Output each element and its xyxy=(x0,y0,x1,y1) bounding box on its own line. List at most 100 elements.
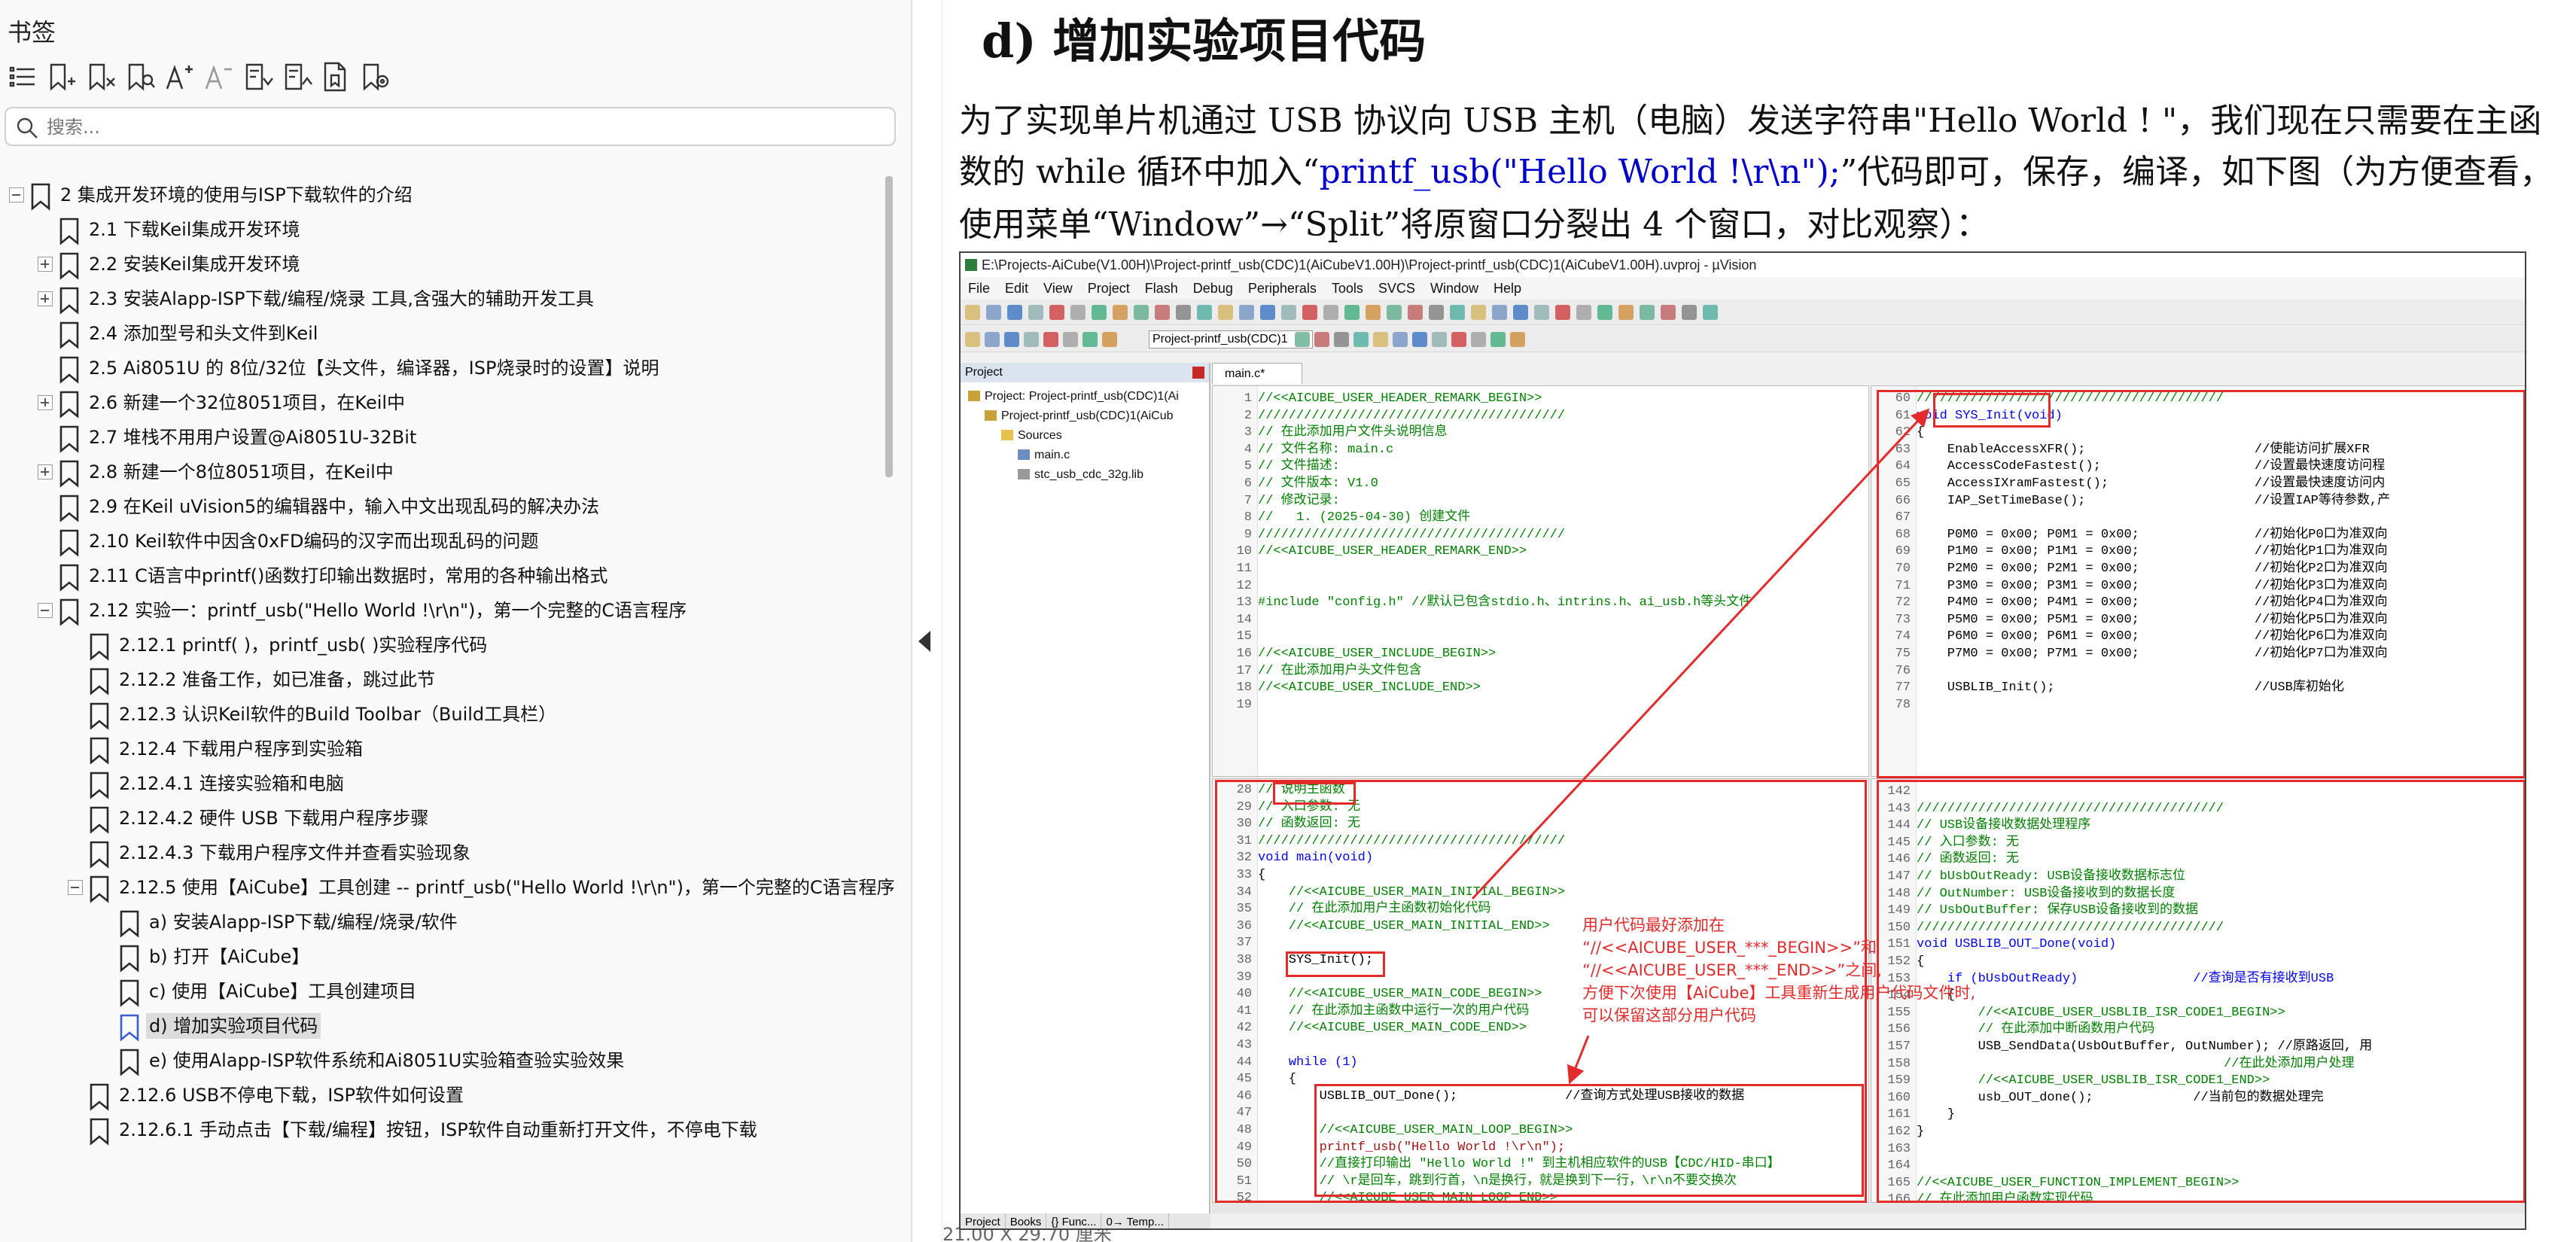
toolbar-button[interactable] xyxy=(985,332,1000,347)
bookmark-item[interactable]: 2.4 添加型号和头文件到Keil xyxy=(0,315,888,352)
menu-item-flash[interactable]: Flash xyxy=(1137,277,1186,300)
bookmark-item[interactable]: 2.12.4.1 连接实验箱和电脑 xyxy=(0,765,888,802)
menu-item-tools[interactable]: Tools xyxy=(1324,277,1371,300)
locate-bookmark-icon[interactable] xyxy=(358,60,391,93)
toolbar-button[interactable] xyxy=(1640,305,1655,320)
toolbar-button[interactable] xyxy=(1323,305,1338,320)
menu-item-help[interactable]: Help xyxy=(1486,277,1529,300)
bookmark-item[interactable]: 2.7 堆栈不用用户设置@Ai8051U-32Bit xyxy=(0,419,888,456)
toolbar-button[interactable] xyxy=(1387,305,1402,320)
bookmark-item[interactable]: 2.2 安装Keil集成开发环境 xyxy=(0,245,888,283)
bookmark-item[interactable]: 2.1 下载Keil集成开发环境 xyxy=(0,211,888,248)
toolbar-button[interactable] xyxy=(1471,332,1486,347)
bookmark-page-icon[interactable] xyxy=(319,60,352,93)
bookmark-item[interactable]: 2.12.6.1 手动点击【下载/编程】按钮，ISP软件自动重新打开文件，不停电… xyxy=(0,1111,888,1149)
search-input[interactable] xyxy=(47,113,875,142)
toolbar-button[interactable] xyxy=(1260,305,1275,320)
expand-toggle-icon[interactable] xyxy=(38,291,53,306)
expand-all-icon[interactable] xyxy=(241,60,274,93)
toolbar-button[interactable] xyxy=(1295,332,1310,347)
toolbar-button[interactable] xyxy=(1366,305,1381,320)
close-icon[interactable] xyxy=(1192,367,1204,379)
project-pane-tab[interactable]: Books xyxy=(1006,1213,1047,1228)
toolbar-button[interactable] xyxy=(1302,305,1317,320)
toolbar-button[interactable] xyxy=(1471,305,1486,320)
toolbar-button[interactable] xyxy=(1432,332,1447,347)
toolbar-button[interactable] xyxy=(1661,305,1676,320)
bookmark-item[interactable]: 2.10 Keil软件中因含0xFD编码的汉字而出现乱码的问题 xyxy=(0,522,888,560)
project-tree-item[interactable]: main.c xyxy=(1018,449,1070,462)
list-view-icon[interactable] xyxy=(6,60,39,93)
expand-toggle-icon[interactable] xyxy=(38,464,53,479)
menu-item-svcs[interactable]: SVCS xyxy=(1371,277,1423,300)
project-tree-item[interactable]: Project-printf_usb(CDC)1(AiCub xyxy=(985,409,1174,423)
toolbar-button[interactable] xyxy=(1373,332,1388,347)
menu-item-view[interactable]: View xyxy=(1036,277,1080,300)
bookmark-item[interactable]: c) 使用【AiCube】工具创建项目 xyxy=(0,973,888,1010)
menu-item-debug[interactable]: Debug xyxy=(1186,277,1241,300)
add-bookmark-icon[interactable] xyxy=(45,60,78,93)
toolbar-button[interactable] xyxy=(1393,332,1408,347)
toolbar-button[interactable] xyxy=(1155,305,1170,320)
collapse-toggle-icon[interactable] xyxy=(68,880,83,895)
decrease-font-icon[interactable] xyxy=(202,60,235,93)
tree-scrollbar[interactable] xyxy=(885,176,893,477)
menu-item-file[interactable]: File xyxy=(961,277,997,300)
bookmark-item[interactable]: 2.9 在Keil uVision5的编辑器中，输入中文出现乱码的解决办法 xyxy=(0,488,888,525)
bookmark-item[interactable]: 2.12.3 认识Keil软件的Build Toolbar（Build工具栏） xyxy=(0,696,888,733)
collapse-panel-button[interactable] xyxy=(912,0,942,1242)
menu-item-peripherals[interactable]: Peripherals xyxy=(1241,277,1324,300)
bookmark-item[interactable]: 2.12.4.2 硬件 USB 下载用户程序步骤 xyxy=(0,799,888,837)
menu-item-window[interactable]: Window xyxy=(1423,277,1486,300)
bookmark-item[interactable]: 2.12.4 下载用户程序到实验箱 xyxy=(0,730,888,768)
bookmark-item[interactable]: 2.11 C语言中printf()函数打印输出数据时，常用的各种输出格式 xyxy=(0,557,888,595)
bookmark-item[interactable]: 2.12 实验一：printf_usb("Hello World !\r\n")… xyxy=(0,592,888,629)
toolbar-button[interactable] xyxy=(1429,305,1444,320)
toolbar-button[interactable] xyxy=(1049,305,1064,320)
bookmark-item[interactable]: 2.12.4.3 下载用户程序文件并查看实验现象 xyxy=(0,834,888,872)
toolbar-button[interactable] xyxy=(1510,332,1525,347)
bookmark-item[interactable]: 2.12.5 使用【AiCube】工具创建 -- printf_usb("Hel… xyxy=(0,869,895,906)
toolbar-button[interactable] xyxy=(965,305,980,320)
toolbar-button[interactable] xyxy=(1344,305,1360,320)
toolbar-button[interactable] xyxy=(1492,305,1507,320)
project-tree-item[interactable]: Project: Project-printf_usb(CDC)1(Ai xyxy=(968,390,1179,403)
toolbar-button[interactable] xyxy=(1334,332,1349,347)
toolbar-button[interactable] xyxy=(1176,305,1191,320)
target-select[interactable]: Project-printf_usb(CDC)1 xyxy=(1149,330,1313,349)
toolbar-button[interactable] xyxy=(1092,305,1107,320)
toolbar-button[interactable] xyxy=(1576,305,1591,320)
toolbar-button[interactable] xyxy=(1043,332,1058,347)
bookmark-item[interactable]: 2.12.2 准备工作，如已准备，跳过此节 xyxy=(0,661,888,699)
toolbar-button[interactable] xyxy=(1412,332,1427,347)
bookmark-item[interactable]: b) 打开【AiCube】 xyxy=(0,938,888,976)
delete-bookmark-icon[interactable] xyxy=(84,60,117,93)
bookmark-item[interactable]: 2.12.1 printf( )，printf_usb( )实验程序代码 xyxy=(0,626,888,664)
toolbar-button[interactable] xyxy=(1007,305,1022,320)
toolbar-button[interactable] xyxy=(1082,332,1098,347)
toolbar-button[interactable] xyxy=(1197,305,1212,320)
toolbar-button[interactable] xyxy=(1555,305,1570,320)
project-tree-item[interactable]: Sources xyxy=(1001,429,1062,443)
toolbar-button[interactable] xyxy=(1063,332,1078,347)
toolbar-button[interactable] xyxy=(1490,332,1506,347)
bookmark-item[interactable]: d) 增加实验项目代码 xyxy=(0,1007,888,1045)
toolbar-button[interactable] xyxy=(1281,305,1296,320)
collapse-all-icon[interactable] xyxy=(280,60,313,93)
menu-item-project[interactable]: Project xyxy=(1080,277,1137,300)
toolbar-button[interactable] xyxy=(1597,305,1612,320)
toolbar-button[interactable] xyxy=(1534,305,1549,320)
toolbar-button[interactable] xyxy=(1314,332,1329,347)
bookmark-item[interactable]: e) 使用Alapp-ISP软件系统和Ai8051U实验箱查验实验效果 xyxy=(0,1042,888,1079)
toolbar-button[interactable] xyxy=(1353,332,1369,347)
editor-tab-main-c[interactable]: main.c* xyxy=(1212,363,1302,384)
toolbar-button[interactable] xyxy=(1408,305,1423,320)
toolbar-button[interactable] xyxy=(1134,305,1149,320)
toolbar-button[interactable] xyxy=(1004,332,1019,347)
toolbar-button[interactable] xyxy=(1218,305,1233,320)
toolbar-button[interactable] xyxy=(1239,305,1254,320)
toolbar-button[interactable] xyxy=(1028,305,1043,320)
toolbar-button[interactable] xyxy=(1703,305,1718,320)
bookmark-item[interactable]: 2.8 新建一个8位8051项目，在Keil中 xyxy=(0,453,888,491)
project-pane-tab[interactable]: 0→ Temp... xyxy=(1101,1213,1169,1228)
